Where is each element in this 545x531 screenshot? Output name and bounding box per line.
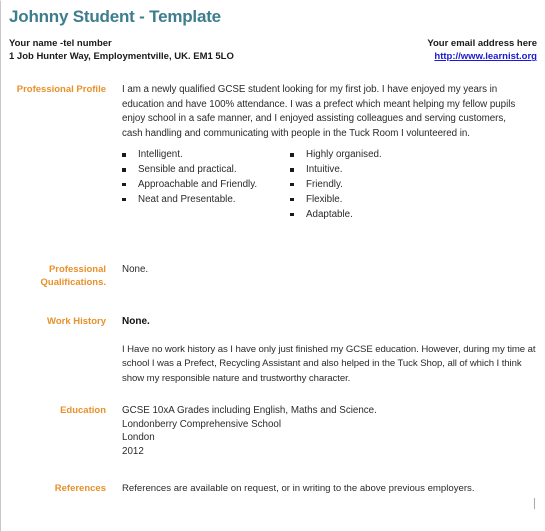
section-references: References References are available on r… [1, 482, 545, 496]
list-item-label: Neat and Presentable. [138, 193, 236, 205]
label-references: References [54, 483, 106, 494]
list-item: Intuitive. [290, 163, 470, 178]
profile-paragraph: I am a newly qualified GCSE student look… [122, 84, 516, 139]
list-item: Adaptable. [290, 208, 470, 223]
contact-name-line: Your name -tel number [9, 38, 112, 49]
work-history-paragraph: I Have no work history as I have only ju… [122, 344, 536, 384]
label-work-history: Work History [47, 316, 106, 327]
list-item: Highly organised. [290, 148, 470, 163]
qualifications-value: None. [122, 264, 149, 275]
list-item: Approachable and Friendly. [122, 178, 290, 193]
education-line: Londonberry Comprehensive School [122, 418, 282, 430]
contact-address-line: 1 Job Hunter Way, Employmentville, UK. E… [9, 51, 234, 62]
label-professional-qualifications: Professional Qualifications. [40, 264, 106, 288]
list-item-label: Intelligent. [138, 149, 183, 161]
square-bullet-icon [290, 208, 306, 217]
list-item-label: Friendly. [306, 178, 343, 190]
square-bullet-icon [290, 178, 306, 187]
education-line: 2012 [122, 445, 144, 457]
work-history-value: None. [122, 316, 150, 327]
square-bullet-icon [290, 148, 306, 157]
list-item-label: Sensible and practical. [138, 164, 237, 176]
section-professional-qualifications: Professional Qualifications. None. [1, 263, 545, 289]
education-line: London [122, 432, 155, 444]
list-item: Flexible. [290, 193, 470, 208]
square-bullet-icon [290, 193, 306, 202]
website-link[interactable]: http://www.learnist.org [427, 50, 537, 63]
body-education: GCSE 10xA Grades including English, Math… [114, 404, 545, 458]
profile-skill-bullets: Intelligent. Sensible and practical. App… [122, 148, 545, 222]
cv-document-page: Johnny Student - Template Your name -tel… [0, 0, 545, 531]
square-bullet-icon [122, 193, 138, 202]
body-references: References are available on request, or … [114, 482, 545, 496]
square-bullet-icon [122, 148, 138, 157]
list-item-label: Approachable and Friendly. [138, 178, 258, 190]
square-bullet-icon [290, 163, 306, 172]
square-bullet-icon [122, 178, 138, 187]
margin-tick-mark [534, 498, 535, 509]
section-work-history: Work History None. I Have no work histor… [1, 315, 545, 386]
label-education: Education [60, 405, 106, 416]
references-paragraph: References are available on request, or … [122, 483, 475, 494]
contact-right-block: Your email address here http://www.learn… [427, 37, 537, 63]
page-title: Johnny Student - Template [9, 7, 221, 26]
list-item-label: Flexible. [306, 193, 343, 205]
body-professional-qualifications: None. [114, 263, 545, 277]
list-item: Friendly. [290, 178, 470, 193]
body-professional-profile: I am a newly qualified GCSE student look… [114, 83, 545, 222]
list-item-label: Adaptable. [306, 208, 353, 220]
body-work-history: None. I Have no work history as I have o… [114, 315, 545, 386]
education-line: GCSE 10xA Grades including English, Math… [122, 405, 377, 416]
list-item: Sensible and practical. [122, 163, 290, 178]
list-item-label: Highly organised. [306, 149, 382, 161]
section-professional-profile: Professional Profile I am a newly qualif… [1, 83, 545, 222]
bullet-column-left: Intelligent. Sensible and practical. App… [122, 148, 290, 222]
section-education: Education GCSE 10xA Grades including Eng… [1, 404, 545, 458]
contact-header: Your name -tel number 1 Job Hunter Way, … [9, 37, 537, 63]
list-item-label: Intuitive. [306, 164, 343, 176]
contact-email-label: Your email address here [427, 38, 537, 49]
label-professional-profile: Professional Profile [16, 84, 106, 95]
list-item: Neat and Presentable. [122, 193, 290, 208]
list-item: Intelligent. [122, 148, 290, 163]
contact-left-block: Your name -tel number 1 Job Hunter Way, … [9, 37, 234, 63]
bullet-column-right: Highly organised. Intuitive. Friendly. F… [290, 148, 470, 222]
square-bullet-icon [122, 163, 138, 172]
